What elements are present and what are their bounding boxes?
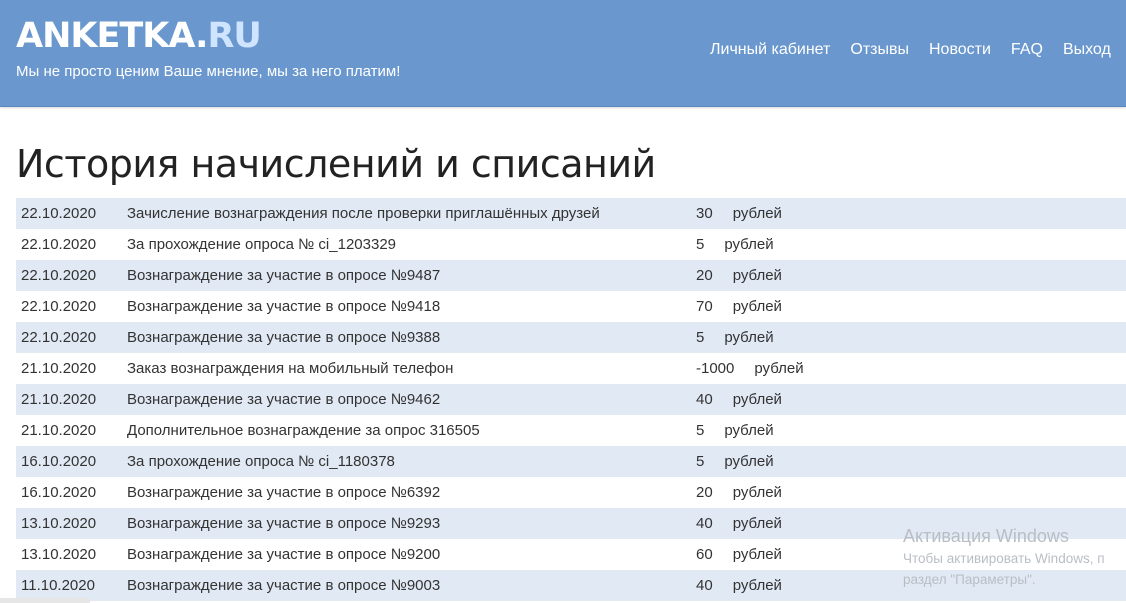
history-row: 11.10.2020 Вознаграждение за участие в оп… — [16, 570, 1126, 601]
history-table-body: 22.10.2020 Зачисление вознаграждения посл… — [16, 198, 1126, 601]
row-currency: рублей — [732, 391, 782, 408]
nav-faq[interactable]: FAQ — [1011, 39, 1043, 61]
row-description: Вознаграждение за участие в опросе №9003 — [127, 570, 696, 601]
row-description: Вознаграждение за участие в опросе №9200 — [127, 539, 696, 570]
row-amount-cell: 5 рублей — [696, 415, 1126, 446]
row-currency: рублей — [732, 267, 782, 284]
row-amount: 40 — [696, 391, 713, 408]
history-row: 16.10.2020 Вознаграждение за участие в оп… — [16, 477, 1126, 508]
row-description: Вознаграждение за участие в опросе №9388 — [127, 322, 696, 353]
row-amount-cell: 70 рублей — [696, 291, 1126, 322]
row-currency: рублей — [732, 546, 782, 563]
row-date: 13.10.2020 — [16, 539, 127, 570]
logo-tld: RU — [207, 16, 261, 56]
nav-reviews[interactable]: Отзывы — [850, 39, 909, 61]
row-currency: рублей — [732, 205, 782, 222]
row-amount-cell: -1000 рублей — [696, 353, 1126, 384]
row-currency: рублей — [732, 298, 782, 315]
row-description: Зачисление вознаграждения после проверки… — [127, 198, 696, 229]
row-description: Вознаграждение за участие в опросе №9462 — [127, 384, 696, 415]
row-currency: рублей — [724, 236, 774, 253]
row-date: 11.10.2020 — [16, 570, 127, 601]
row-date: 13.10.2020 — [16, 508, 127, 539]
row-description: Дополнительное вознаграждение за опрос 3… — [127, 415, 696, 446]
horizontal-scrollbar[interactable] — [0, 598, 90, 603]
nav-news[interactable]: Новости — [929, 39, 991, 61]
row-amount-cell: 40 рублей — [696, 508, 1126, 539]
row-amount-cell: 60 рублей — [696, 539, 1126, 570]
row-amount: 70 — [696, 298, 713, 315]
main-nav: Личный кабинет Отзывы Новости FAQ Выход — [710, 39, 1111, 61]
row-amount-cell: 20 рублей — [696, 477, 1126, 508]
row-amount: 60 — [696, 546, 713, 563]
history-row: 21.10.2020 Дополнительное вознаграждение … — [16, 415, 1126, 446]
row-amount-cell: 20 рублей — [696, 260, 1126, 291]
row-amount: 5 — [696, 453, 705, 470]
row-date: 16.10.2020 — [16, 477, 127, 508]
row-amount: 5 — [696, 422, 705, 439]
row-currency: рублей — [732, 484, 782, 501]
history-row: 22.10.2020 Вознаграждение за участие в оп… — [16, 291, 1126, 322]
row-amount: 20 — [696, 267, 713, 284]
row-date: 21.10.2020 — [16, 415, 127, 446]
row-currency: рублей — [732, 577, 782, 594]
history-row: 22.10.2020 За прохождение опроса № ci_120… — [16, 229, 1126, 260]
history-row: 21.10.2020 Вознаграждение за участие в оп… — [16, 384, 1126, 415]
logo-main: ANKETKA. — [16, 16, 208, 56]
row-amount: 5 — [696, 329, 705, 346]
row-date: 22.10.2020 — [16, 322, 127, 353]
row-amount-cell: 40 рублей — [696, 384, 1126, 415]
row-amount-cell: 40 рублей — [696, 570, 1126, 601]
site-logo[interactable]: ANKETKA.RU — [16, 14, 262, 58]
row-amount: 30 — [696, 205, 713, 222]
row-description: За прохождение опроса № ci_1203329 — [127, 229, 696, 260]
history-row: 22.10.2020 Зачисление вознаграждения посл… — [16, 198, 1126, 229]
row-currency: рублей — [732, 515, 782, 532]
row-currency: рублей — [724, 453, 774, 470]
row-amount: 5 — [696, 236, 705, 253]
row-amount: 40 — [696, 515, 713, 532]
row-currency: рублей — [754, 360, 804, 377]
row-currency: рублей — [724, 422, 774, 439]
nav-logout[interactable]: Выход — [1063, 39, 1111, 61]
row-amount: -1000 — [696, 360, 735, 377]
row-amount-cell: 30 рублей — [696, 198, 1126, 229]
row-currency: рублей — [724, 329, 774, 346]
row-date: 16.10.2020 — [16, 446, 127, 477]
row-description: Заказ вознаграждения на мобильный телефо… — [127, 353, 696, 384]
page-title: История начислений и списаний — [16, 142, 656, 186]
history-row: 13.10.2020 Вознаграждение за участие в оп… — [16, 508, 1126, 539]
row-amount: 40 — [696, 577, 713, 594]
row-amount-cell: 5 рублей — [696, 229, 1126, 260]
row-date: 21.10.2020 — [16, 384, 127, 415]
history-row: 22.10.2020 Вознаграждение за участие в оп… — [16, 322, 1126, 353]
history-row: 13.10.2020 Вознаграждение за участие в оп… — [16, 539, 1126, 570]
history-row: 22.10.2020 Вознаграждение за участие в оп… — [16, 260, 1126, 291]
row-amount: 20 — [696, 484, 713, 501]
row-date: 22.10.2020 — [16, 198, 127, 229]
row-date: 22.10.2020 — [16, 260, 127, 291]
row-description: Вознаграждение за участие в опросе №9418 — [127, 291, 696, 322]
site-tagline: Мы не просто ценим Ваше мнение, мы за не… — [16, 63, 401, 80]
row-description: Вознаграждение за участие в опросе №6392 — [127, 477, 696, 508]
history-row: 21.10.2020 Заказ вознаграждения на мобиль… — [16, 353, 1126, 384]
row-description: Вознаграждение за участие в опросе №9487 — [127, 260, 696, 291]
row-description: За прохождение опроса № ci_1180378 — [127, 446, 696, 477]
history-row: 16.10.2020 За прохождение опроса № ci_118… — [16, 446, 1126, 477]
site-header: ANKETKA.RU Мы не просто ценим Ваше мнени… — [0, 0, 1126, 107]
row-amount-cell: 5 рублей — [696, 322, 1126, 353]
row-description: Вознаграждение за участие в опросе №9293 — [127, 508, 696, 539]
row-date: 22.10.2020 — [16, 291, 127, 322]
row-date: 22.10.2020 — [16, 229, 127, 260]
history-table: 22.10.2020 Зачисление вознаграждения посл… — [16, 198, 1126, 601]
row-date: 21.10.2020 — [16, 353, 127, 384]
row-amount-cell: 5 рублей — [696, 446, 1126, 477]
nav-personal-account[interactable]: Личный кабинет — [710, 39, 830, 61]
